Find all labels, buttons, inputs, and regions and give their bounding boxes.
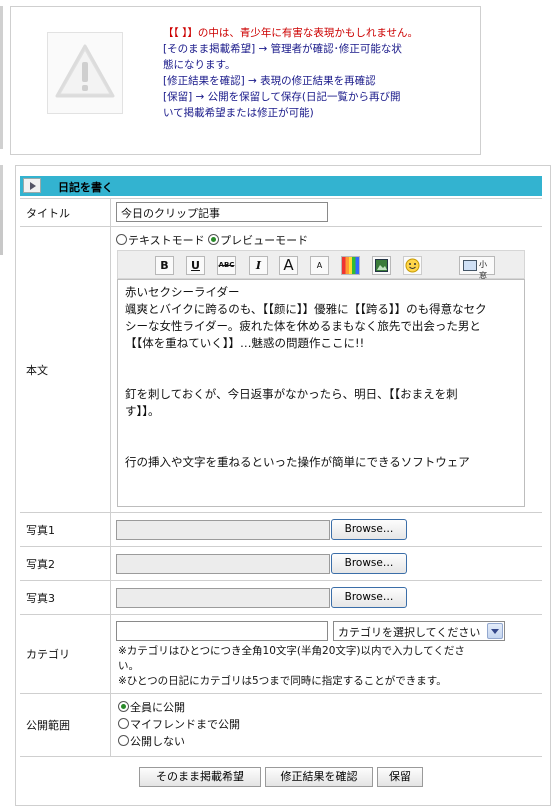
- photo3-file-input[interactable]: [116, 588, 330, 608]
- radio-icon[interactable]: [118, 735, 129, 746]
- visibility-option-all[interactable]: 全員に公開: [118, 699, 240, 716]
- photo2-label: 写真2: [20, 547, 111, 580]
- photo1-browse-button[interactable]: Browse…: [331, 519, 407, 540]
- form-header: 日記を書く: [20, 176, 542, 196]
- warning-line: [保留] → 公開を保留して保存(日記一覧から再び開: [163, 91, 401, 103]
- editor-toolbar: B U ABC I A A 小窓: [117, 250, 525, 280]
- body-line: 【【体を重ねていく】】…魅惑の問題作ここに!!: [125, 336, 365, 350]
- category-row: カテゴリ カテゴリを選択してください ※カテゴリはひとつにつき全角10文字(半角…: [20, 614, 542, 693]
- body-line: 釘を刺しておくが、今日返事がなかったら、明日、【【おまえを刺: [125, 387, 458, 401]
- radio-icon[interactable]: [118, 701, 129, 712]
- category-note: ※カテゴリはひとつにつき全角10文字(半角20文字)以内で入力してくださ い。 …: [118, 644, 530, 689]
- emoji-icon[interactable]: [403, 256, 422, 275]
- photo1-row: 写真1 Browse…: [20, 512, 542, 546]
- warning-line: 態になります。: [163, 59, 236, 71]
- bold-button[interactable]: B: [155, 256, 174, 275]
- image-insert-icon[interactable]: [372, 256, 391, 275]
- body-line: 行の挿入や文字を重ねるといった操作が簡単にできるソフトウェア: [125, 455, 470, 469]
- photo2-file-input[interactable]: [116, 554, 330, 574]
- visibility-option-friends[interactable]: マイフレンドまで公開: [118, 716, 240, 733]
- mode-switch: テキストモード プレビューモード: [116, 232, 308, 248]
- title-label: タイトル: [20, 199, 111, 226]
- visibility-row: 公開範囲 全員に公開 マイフレンドまで公開 公開しない: [20, 693, 542, 756]
- mode-preview-label: プレビューモード: [220, 234, 309, 247]
- photo1-file-input[interactable]: [116, 520, 330, 540]
- window-icon: [463, 260, 477, 271]
- category-note-line: い。: [118, 660, 139, 672]
- visibility-option-label: マイフレンドまで公開: [130, 718, 240, 731]
- photo3-browse-button[interactable]: Browse…: [331, 587, 407, 608]
- category-select[interactable]: カテゴリを選択してください: [333, 621, 505, 641]
- warning-line: 【【 】】の中は、青少年に有害な表現かもしれません。: [163, 27, 419, 39]
- body-line: シーな女性ライダー。疲れた体を休めるまもなく旅先で出会った男と: [125, 319, 481, 333]
- mode-text-label: テキストモード: [128, 234, 205, 247]
- body-label: 本文: [20, 227, 111, 512]
- radio-icon[interactable]: [118, 718, 129, 729]
- body-line: 赤いセクシーライダー: [125, 285, 240, 299]
- color-palette-icon[interactable]: [341, 256, 360, 275]
- category-input[interactable]: [116, 621, 328, 641]
- photo2-browse-button[interactable]: Browse…: [331, 553, 407, 574]
- warning-text: 【【 】】の中は、青少年に有害な表現かもしれません。 [そのまま掲載希望] → …: [163, 25, 475, 121]
- visibility-option-label: 全員に公開: [130, 701, 185, 714]
- radio-icon[interactable]: [116, 234, 127, 245]
- body-row: 本文 テキストモード プレビューモード B U ABC I A A 小窓 赤いセ…: [20, 226, 542, 512]
- font-large-button[interactable]: A: [279, 256, 298, 275]
- left-rail: [0, 210, 3, 255]
- chevron-down-icon[interactable]: [487, 623, 503, 639]
- visibility-option-private[interactable]: 公開しない: [118, 733, 240, 750]
- body-line: す】】。: [125, 404, 160, 418]
- left-rail: [0, 6, 3, 149]
- visibility-options: 全員に公開 マイフレンドまで公開 公開しない: [118, 699, 240, 750]
- actions-row: そのまま掲載希望 修正結果を確認 保留: [20, 756, 542, 794]
- mode-preview-option[interactable]: プレビューモード: [208, 234, 308, 247]
- check-correction-button[interactable]: 修正結果を確認: [265, 767, 373, 787]
- photo3-label: 写真3: [20, 581, 111, 614]
- photo2-row: 写真2 Browse…: [20, 546, 542, 580]
- category-label: カテゴリ: [20, 615, 111, 693]
- title-input[interactable]: 今日のクリップ記事: [116, 202, 328, 222]
- hold-button[interactable]: 保留: [377, 767, 423, 787]
- category-note-line: ※カテゴリはひとつにつき全角10文字(半角20文字)以内で入力してくださ: [118, 645, 465, 657]
- warning-line: [そのまま掲載希望] → 管理者が確認･修正可能な状: [163, 43, 402, 55]
- body-editor[interactable]: 赤いセクシーライダー 颯爽とバイクに跨るのも、【【颜に】】優雅に【【跨る】】のも…: [117, 279, 525, 507]
- warning-icon: [47, 32, 123, 114]
- category-select-value: カテゴリを選択してください: [338, 626, 481, 639]
- diary-form: 日記を書く タイトル 今日のクリップ記事 本文 テキストモード プレビューモード…: [15, 165, 551, 806]
- play-arrow-icon: [23, 178, 41, 193]
- small-window-label: 小窓: [479, 260, 487, 280]
- visibility-option-label: 公開しない: [130, 735, 185, 748]
- publish-as-is-button[interactable]: そのまま掲載希望: [139, 767, 261, 787]
- underline-button[interactable]: U: [186, 256, 205, 275]
- body-line: 颯爽とバイクに跨るのも、【【颜に】】優雅に【【跨る】】のも得意なセク: [125, 302, 487, 316]
- warning-line: いて掲載希望または修正が可能): [163, 107, 314, 119]
- font-small-button[interactable]: A: [310, 256, 329, 275]
- category-note-line: ※ひとつの日記にカテゴリは5つまで同時に指定することができます。: [118, 675, 447, 687]
- warning-box: 【【 】】の中は、青少年に有害な表現かもしれません。 [そのまま掲載希望] → …: [10, 6, 481, 155]
- title-row: タイトル 今日のクリップ記事: [20, 198, 542, 226]
- italic-button[interactable]: I: [249, 256, 268, 275]
- visibility-label: 公開範囲: [20, 694, 111, 756]
- small-window-button[interactable]: 小窓: [459, 256, 495, 280]
- strikethrough-button[interactable]: ABC: [217, 256, 236, 275]
- photo3-row: 写真3 Browse…: [20, 580, 542, 614]
- warning-line: [修正結果を確認] → 表現の修正結果を再確認: [163, 75, 376, 87]
- mode-text-option[interactable]: テキストモード: [116, 234, 205, 247]
- form-title: 日記を書く: [58, 181, 113, 194]
- radio-icon[interactable]: [208, 234, 220, 245]
- photo1-label: 写真1: [20, 513, 111, 546]
